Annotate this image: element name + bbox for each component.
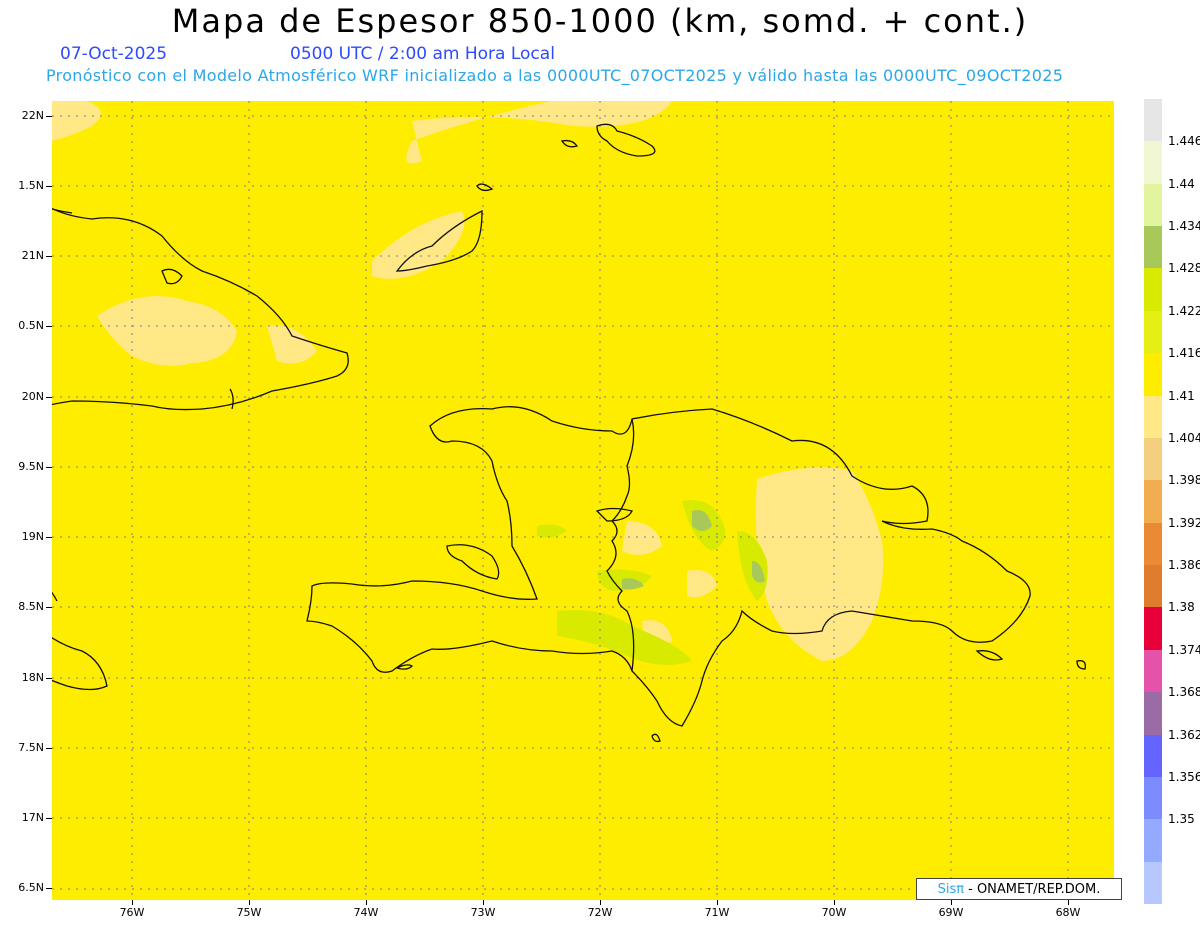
latitude-label: 1.5N — [18, 179, 44, 192]
color-legend-label: 1.38 — [1168, 600, 1195, 615]
color-legend-label: 1.44 — [1168, 176, 1195, 191]
color-legend-swatch — [1144, 734, 1162, 778]
forecast-date: 07-Oct-2025 — [60, 44, 168, 64]
thickness-shading-dark — [537, 500, 768, 665]
longitude-tick — [366, 900, 367, 905]
color-legend-swatch — [1144, 776, 1162, 820]
longitude-label: 74W — [353, 906, 379, 919]
latitude-tick — [46, 888, 52, 889]
latitude-tick — [46, 818, 52, 819]
latitude-tick — [46, 467, 52, 468]
color-legend-label: 1.428 — [1168, 261, 1200, 276]
color-legend-swatch — [1144, 141, 1162, 185]
longitude-label: 69W — [938, 906, 964, 919]
color-legend-swatch — [1144, 565, 1162, 608]
credit-box: Sisπ - ONAMET/REP.DOM. — [916, 878, 1122, 900]
map-graphic — [52, 101, 1114, 900]
color-legend-label: 1.374 — [1168, 642, 1200, 657]
latitude-tick — [46, 537, 52, 538]
credit-brand: Sisπ — [937, 881, 965, 897]
longitude-label: 72W — [587, 906, 613, 919]
color-legend-label: 1.446 — [1168, 134, 1200, 149]
forecast-note: Pronóstico con el Modelo Atmosférico WRF… — [46, 66, 1064, 85]
longitude-tick — [834, 900, 835, 905]
color-legend-swatch — [1144, 183, 1162, 227]
color-legend-label: 1.416 — [1168, 346, 1200, 361]
longitude-tick — [951, 900, 952, 905]
latitude-tick — [46, 186, 52, 187]
color-legend-label: 1.41 — [1168, 388, 1195, 403]
latitude-tick — [46, 256, 52, 257]
color-legend-swatch — [1144, 226, 1162, 269]
longitude-label: 76W — [119, 906, 145, 919]
color-legend-swatch — [1144, 395, 1162, 439]
latitude-label: 7.5N — [18, 741, 44, 754]
latitude-label: 6.5N — [18, 881, 44, 894]
longitude-tick — [600, 900, 601, 905]
color-legend-swatch — [1144, 353, 1162, 397]
forecast-time: 0500 UTC / 2:00 am Hora Local — [290, 44, 555, 64]
color-legend-swatch — [1144, 310, 1162, 354]
color-legend-swatch — [1144, 649, 1162, 693]
latitude-label: 21N — [21, 249, 44, 262]
color-legend-bar — [1144, 99, 1162, 905]
longitude-tick — [483, 900, 484, 905]
latitude-label: 8.5N — [18, 600, 44, 613]
latitude-tick — [46, 607, 52, 608]
longitude-label: 70W — [821, 906, 847, 919]
longitude-tick — [132, 900, 133, 905]
color-legend-swatch — [1144, 480, 1162, 524]
coastlines — [52, 123, 1086, 743]
longitude-label: 68W — [1055, 906, 1081, 919]
latitude-label: 17N — [21, 811, 44, 824]
latitude-label: 19N — [21, 530, 44, 543]
map-title: Mapa de Espesor 850-1000 (km, somd. + co… — [171, 2, 1029, 40]
latitude-tick — [46, 748, 52, 749]
color-legend-label: 1.386 — [1168, 558, 1200, 573]
color-legend-label: 1.356 — [1168, 769, 1200, 784]
color-legend-swatch — [1144, 99, 1162, 142]
longitude-label: 73W — [470, 906, 496, 919]
longitude-label: 71W — [704, 906, 730, 919]
color-legend-label: 1.398 — [1168, 473, 1200, 488]
latitude-label: 9.5N — [18, 460, 44, 473]
color-legend-swatch — [1144, 692, 1162, 736]
color-legend-swatch — [1144, 819, 1162, 863]
color-legend-label: 1.404 — [1168, 430, 1200, 445]
color-legend-label: 1.362 — [1168, 727, 1200, 742]
longitude-tick — [249, 900, 250, 905]
color-legend-swatch — [1144, 607, 1162, 651]
color-legend-label: 1.434 — [1168, 219, 1200, 234]
credit-text: - ONAMET/REP.DOM. — [968, 881, 1101, 897]
color-legend-swatch — [1144, 437, 1162, 481]
color-legend-swatch — [1144, 861, 1162, 905]
latitude-tick — [46, 116, 52, 117]
latitude-tick — [46, 397, 52, 398]
latitude-tick — [46, 326, 52, 327]
color-legend-label: 1.392 — [1168, 515, 1200, 530]
latitude-label: 18N — [21, 671, 44, 684]
grid-lines — [52, 101, 1114, 900]
latitude-label: 20N — [21, 390, 44, 403]
color-legend-label: 1.368 — [1168, 685, 1200, 700]
longitude-tick — [1068, 900, 1069, 905]
latitude-tick — [46, 678, 52, 679]
color-legend-label: 1.422 — [1168, 303, 1200, 318]
latitude-label: 0.5N — [18, 319, 44, 332]
thickness-map — [52, 101, 1114, 900]
longitude-tick — [717, 900, 718, 905]
color-legend-swatch — [1144, 522, 1162, 566]
latitude-label: 22N — [21, 109, 44, 122]
longitude-label: 75W — [236, 906, 262, 919]
color-legend-label: 1.35 — [1168, 812, 1195, 827]
color-legend-swatch — [1144, 268, 1162, 312]
